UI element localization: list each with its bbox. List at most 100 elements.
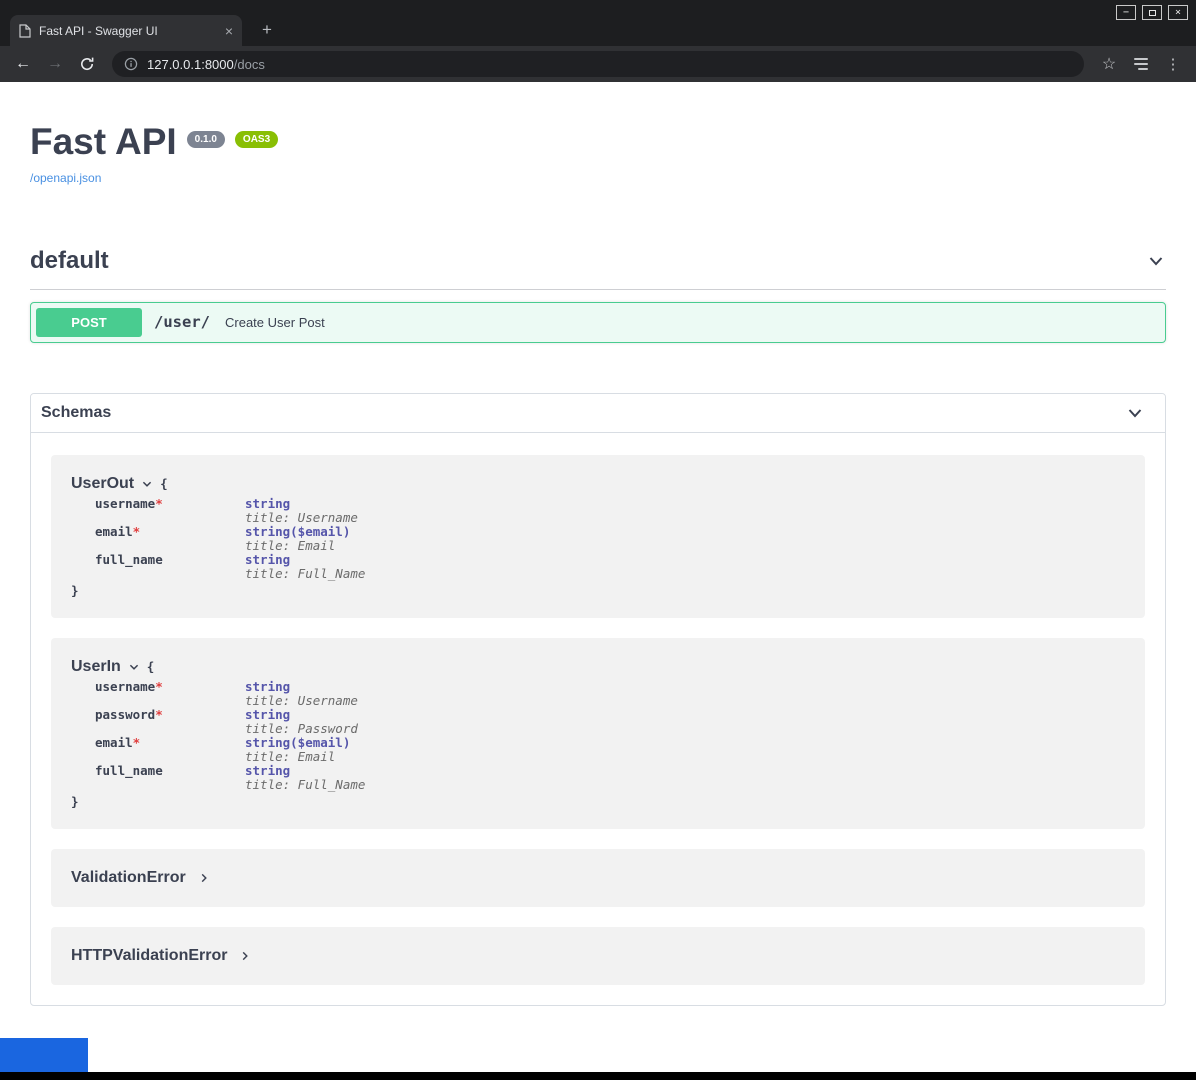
property-definition: string title: Full_Name <box>245 764 365 792</box>
model-name: ValidationError <box>71 869 186 887</box>
url-path: /docs <box>234 57 265 72</box>
property-definition: string title: Password <box>245 708 358 736</box>
model-properties: username* string title: Username passwor… <box>95 680 1125 792</box>
minimize-button[interactable]: − <box>1116 5 1136 20</box>
property-definition: string($email) title: Email <box>245 525 350 553</box>
browser-menu-icon[interactable]: ⋮ <box>1160 51 1186 77</box>
address-bar[interactable]: 127.0.0.1:8000/docs <box>112 51 1084 77</box>
reload-icon <box>79 56 95 72</box>
property-definition: string title: Username <box>245 680 358 708</box>
schemas-section: Schemas UserOut { <box>30 393 1166 1006</box>
model-name: UserOut <box>71 475 134 493</box>
method-badge: POST <box>36 308 142 337</box>
required-star: * <box>133 524 141 539</box>
property-name: email* <box>95 525 245 553</box>
reload-button[interactable] <box>74 51 100 77</box>
property-definition: string($email) title: Email <box>245 736 350 764</box>
property-row: username* string title: Username <box>95 680 1125 708</box>
close-brace: } <box>71 794 1125 809</box>
property-row: email* string($email) title: Email <box>95 736 1125 764</box>
property-title: title: Full_Name <box>245 567 365 581</box>
property-type: string <box>245 708 358 722</box>
chevron-down-icon[interactable] <box>128 661 140 673</box>
property-definition: string title: Full_Name <box>245 553 365 581</box>
property-title: title: Full_Name <box>245 778 365 792</box>
endpoint-path: /user/ <box>154 313 210 331</box>
browser-tab[interactable]: Fast API - Swagger UI × <box>10 15 242 46</box>
page-title: Fast API <box>30 122 177 163</box>
chevron-down-icon[interactable] <box>141 478 153 490</box>
property-row: full_name string title: Full_Name <box>95 553 1125 581</box>
tag-section-default: default POST /user/ Create User Post <box>30 237 1166 343</box>
required-star: * <box>155 707 163 722</box>
new-tab-button[interactable]: + <box>254 18 280 42</box>
property-name: email* <box>95 736 245 764</box>
bottom-strip <box>0 1072 1196 1080</box>
model-httpvalidationerror: HTTPValidationError <box>51 927 1145 985</box>
swagger-page: Fast API 0.1.0 OAS3 /openapi.json defaul… <box>0 82 1196 1038</box>
site-info-icon[interactable] <box>124 57 138 71</box>
schemas-heading: Schemas <box>41 404 111 422</box>
models-list: UserOut { username* string title: Userna… <box>31 433 1165 1005</box>
chevron-right-icon[interactable] <box>198 872 210 884</box>
model-validationerror-toggle[interactable]: ValidationError <box>71 869 1125 887</box>
property-name: username* <box>95 680 245 708</box>
model-httpvalidationerror-toggle[interactable]: HTTPValidationError <box>71 947 1125 965</box>
model-userin: UserIn { username* string title: Usernam… <box>51 638 1145 829</box>
browser-chrome: Fast API - Swagger UI × + − × ← → <box>0 0 1196 82</box>
forward-button[interactable]: → <box>42 51 68 77</box>
status-bubble <box>0 1038 88 1072</box>
close-button[interactable]: × <box>1168 5 1188 20</box>
url-text: 127.0.0.1:8000/docs <box>147 57 265 72</box>
endpoint-summary: Create User Post <box>225 315 325 330</box>
property-row: username* string title: Username <box>95 497 1125 525</box>
property-type: string <box>245 553 365 567</box>
window-controls: − × <box>1116 5 1188 20</box>
property-title: title: Email <box>245 750 350 764</box>
chevron-right-icon[interactable] <box>239 950 251 962</box>
maximize-icon <box>1149 10 1156 16</box>
openapi-spec-link[interactable]: /openapi.json <box>30 171 101 185</box>
model-userin-toggle[interactable]: UserIn { <box>71 658 1125 676</box>
tab-close-icon[interactable]: × <box>225 24 233 38</box>
chevron-down-icon[interactable] <box>1125 403 1145 423</box>
property-row: password* string title: Password <box>95 708 1125 736</box>
required-star: * <box>155 496 163 511</box>
property-title: title: Username <box>245 694 358 708</box>
property-name: password* <box>95 708 245 736</box>
open-brace: { <box>147 659 155 674</box>
tag-title: default <box>30 247 109 275</box>
property-name: username* <box>95 497 245 525</box>
required-star: * <box>133 735 141 750</box>
reading-list-icon[interactable] <box>1128 51 1154 77</box>
schemas-header[interactable]: Schemas <box>31 394 1165 433</box>
browser-toolbar: ← → 127.0.0.1:8000/docs ☆ <box>0 46 1196 82</box>
model-validationerror: ValidationError <box>51 849 1145 907</box>
bookmark-star-icon[interactable]: ☆ <box>1096 51 1122 77</box>
model-userout: UserOut { username* string title: Userna… <box>51 455 1145 618</box>
back-button[interactable]: ← <box>10 51 36 77</box>
property-type: string <box>245 497 358 511</box>
property-type: string <box>245 680 358 694</box>
maximize-button[interactable] <box>1142 5 1162 20</box>
property-row: full_name string title: Full_Name <box>95 764 1125 792</box>
oas3-badge: OAS3 <box>235 131 278 148</box>
property-title: title: Email <box>245 539 350 553</box>
open-brace: { <box>160 476 168 491</box>
property-row: email* string($email) title: Email <box>95 525 1125 553</box>
tag-header-default[interactable]: default <box>30 237 1166 290</box>
property-name: full_name <box>95 764 245 792</box>
property-name: full_name <box>95 553 245 581</box>
model-properties: username* string title: Username email* … <box>95 497 1125 581</box>
chevron-down-icon[interactable] <box>1146 251 1166 271</box>
required-star: * <box>155 679 163 694</box>
endpoint-post-user[interactable]: POST /user/ Create User Post <box>30 302 1166 343</box>
model-name: UserIn <box>71 658 121 676</box>
close-icon: × <box>1175 7 1181 19</box>
minimize-icon: − <box>1123 7 1129 19</box>
model-userout-toggle[interactable]: UserOut { <box>71 475 1125 493</box>
api-info: Fast API 0.1.0 OAS3 <box>30 122 1166 163</box>
url-host: 127.0.0.1:8000 <box>147 57 234 72</box>
page-file-icon <box>19 24 31 38</box>
property-type: string($email) <box>245 525 350 539</box>
